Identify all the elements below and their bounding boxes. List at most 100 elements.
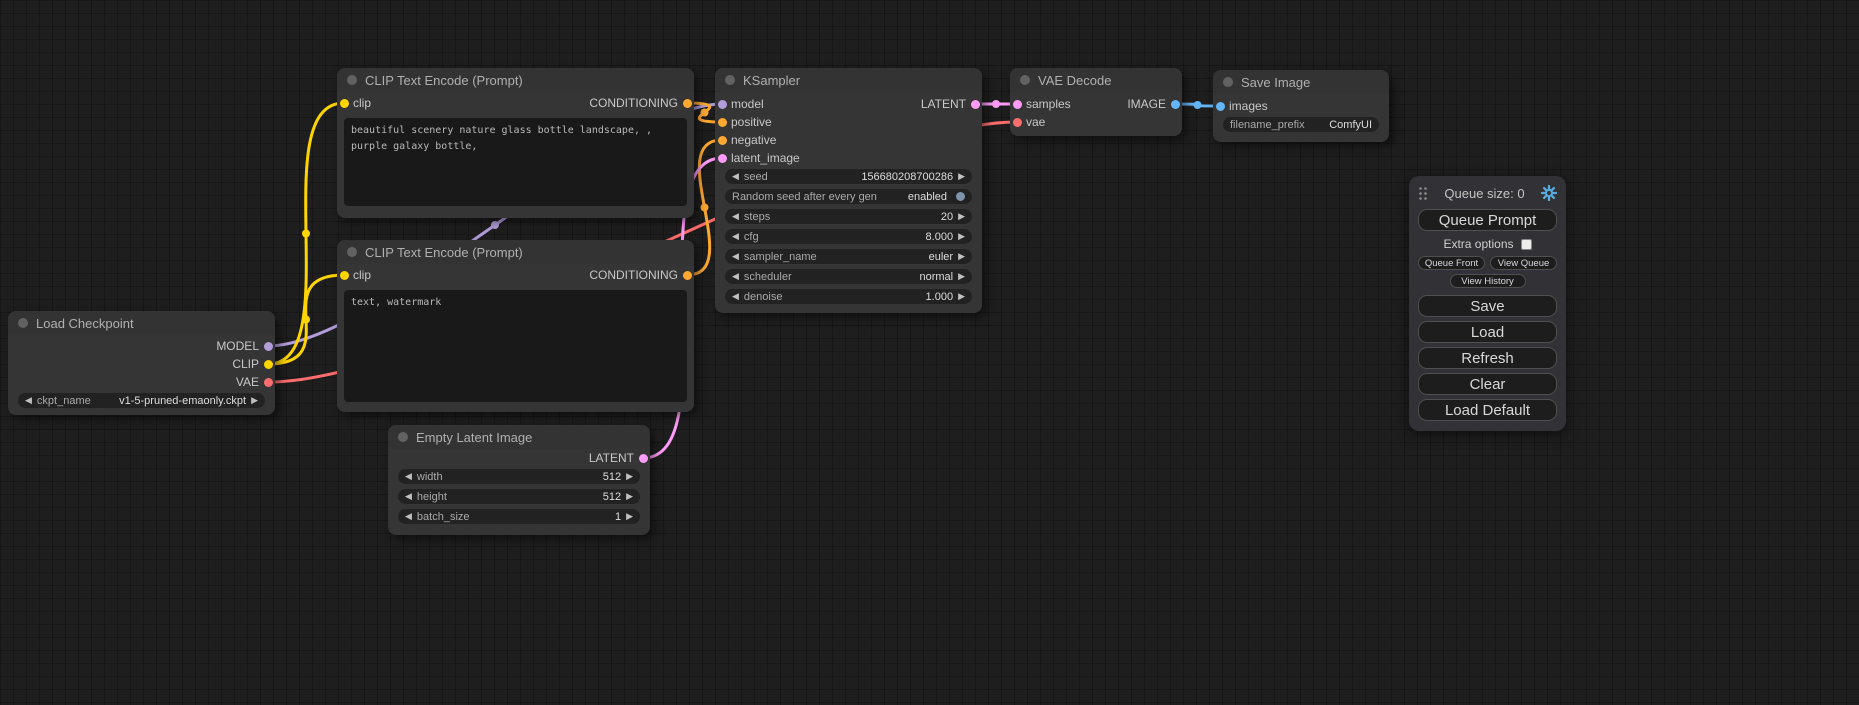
slot-label: samples [1026, 97, 1071, 111]
port-latent-output[interactable] [971, 100, 980, 109]
stepper-right-icon[interactable]: ▶ [958, 172, 965, 181]
widget-random-seed-toggle[interactable]: Random seed after every gen enabled [725, 189, 972, 204]
widget-width[interactable]: ◀ width 512 ▶ [398, 469, 640, 484]
port-negative-input[interactable] [718, 136, 727, 145]
node-vae-decode[interactable]: VAE Decode samples IMAGE vae [1010, 68, 1182, 136]
node-empty-latent-image[interactable]: Empty Latent Image LATENT ◀ width 512 ▶ … [388, 425, 650, 535]
node-clip-text-encode-negative[interactable]: CLIP Text Encode (Prompt) clip CONDITION… [337, 240, 694, 412]
slot-row: model LATENT [715, 95, 982, 113]
settings-gear-icon[interactable] [1541, 185, 1557, 201]
port-clip-output[interactable] [264, 360, 273, 369]
node-ksampler-titlebar[interactable]: KSampler [715, 68, 982, 92]
queue-front-button[interactable]: Queue Front [1418, 256, 1485, 270]
stepper-left-icon[interactable]: ◀ [405, 472, 412, 481]
port-vae-output[interactable] [264, 378, 273, 387]
port-clip-input[interactable] [340, 271, 349, 280]
clear-button[interactable]: Clear [1418, 373, 1557, 395]
collapse-toggle-icon[interactable] [725, 75, 735, 85]
slot-clip-output: CLIP [8, 355, 275, 373]
wire-clip-to-negative [268, 275, 344, 364]
port-conditioning-output[interactable] [683, 271, 692, 280]
stepper-right-icon[interactable]: ▶ [958, 292, 965, 301]
collapse-toggle-icon[interactable] [18, 318, 28, 328]
stepper-left-icon[interactable]: ◀ [732, 172, 739, 181]
view-history-button[interactable]: View History [1450, 274, 1526, 288]
node-ksampler[interactable]: KSampler model LATENT positive negative … [715, 68, 982, 313]
widget-label: filename_prefix [1230, 119, 1305, 131]
port-model-input[interactable] [718, 100, 727, 109]
widget-scheduler[interactable]: ◀ scheduler normal ▶ [725, 269, 972, 284]
slot-latent-output: LATENT [388, 449, 650, 467]
collapse-toggle-icon[interactable] [1223, 77, 1233, 87]
load-default-button[interactable]: Load Default [1418, 399, 1557, 421]
collapse-toggle-icon[interactable] [398, 432, 408, 442]
refresh-button[interactable]: Refresh [1418, 347, 1557, 369]
toggle-dot-icon[interactable] [956, 192, 965, 201]
stepper-right-icon[interactable]: ▶ [626, 512, 633, 521]
node-save-image-titlebar[interactable]: Save Image [1213, 70, 1389, 94]
widget-height[interactable]: ◀ height 512 ▶ [398, 489, 640, 504]
stepper-left-icon[interactable]: ◀ [732, 232, 739, 241]
port-latent-image-input[interactable] [718, 154, 727, 163]
port-images-input[interactable] [1216, 102, 1225, 111]
drag-handle-icon[interactable] [1418, 186, 1428, 201]
port-latent-output[interactable] [639, 454, 648, 463]
node-empty-latent-image-titlebar[interactable]: Empty Latent Image [388, 425, 650, 449]
port-image-output[interactable] [1171, 100, 1180, 109]
view-queue-button[interactable]: View Queue [1490, 256, 1557, 270]
queue-prompt-button[interactable]: Queue Prompt [1418, 209, 1557, 231]
collapse-toggle-icon[interactable] [1020, 75, 1030, 85]
collapse-toggle-icon[interactable] [347, 75, 357, 85]
stepper-left-icon[interactable]: ◀ [732, 212, 739, 221]
widget-steps[interactable]: ◀ steps 20 ▶ [725, 209, 972, 224]
widget-denoise[interactable]: ◀ denoise 1.000 ▶ [725, 289, 972, 304]
widget-filename-prefix[interactable]: filename_prefix ComfyUI [1223, 117, 1379, 132]
widget-batch-size[interactable]: ◀ batch_size 1 ▶ [398, 509, 640, 524]
widget-label: batch_size [417, 511, 470, 523]
node-clip-text-encode-positive-titlebar[interactable]: CLIP Text Encode (Prompt) [337, 68, 694, 92]
extra-options-checkbox[interactable] [1521, 239, 1532, 250]
port-conditioning-output[interactable] [683, 99, 692, 108]
port-vae-input[interactable] [1013, 118, 1022, 127]
save-button[interactable]: Save [1418, 295, 1557, 317]
stepper-left-icon[interactable]: ◀ [732, 252, 739, 261]
stepper-right-icon[interactable]: ▶ [958, 252, 965, 261]
slot-row: clip CONDITIONING [337, 264, 694, 286]
widget-seed[interactable]: ◀ seed 156680208700286 ▶ [725, 169, 972, 184]
stepper-left-icon[interactable]: ◀ [732, 292, 739, 301]
stepper-right-icon[interactable]: ▶ [251, 396, 258, 405]
collapse-toggle-icon[interactable] [347, 247, 357, 257]
load-button[interactable]: Load [1418, 321, 1557, 343]
positive-prompt-textarea[interactable]: beautiful scenery nature glass bottle la… [344, 118, 687, 206]
link-dot [302, 316, 310, 324]
widget-value: 512 [603, 471, 621, 483]
widget-ckpt-name[interactable]: ◀ ckpt_name v1-5-pruned-emaonly.ckpt ▶ [18, 393, 265, 408]
node-load-checkpoint-titlebar[interactable]: Load Checkpoint [8, 311, 275, 335]
port-clip-input[interactable] [340, 99, 349, 108]
stepper-right-icon[interactable]: ▶ [958, 272, 965, 281]
stepper-right-icon[interactable]: ▶ [958, 212, 965, 221]
widget-cfg[interactable]: ◀ cfg 8.000 ▶ [725, 229, 972, 244]
stepper-right-icon[interactable]: ▶ [626, 472, 633, 481]
node-clip-text-encode-positive[interactable]: CLIP Text Encode (Prompt) clip CONDITION… [337, 68, 694, 218]
stepper-left-icon[interactable]: ◀ [732, 272, 739, 281]
node-graph-canvas[interactable]: Load Checkpoint MODEL CLIP VAE ◀ ckpt_na… [0, 0, 1859, 705]
negative-prompt-textarea[interactable]: text, watermark [344, 290, 687, 402]
node-load-checkpoint[interactable]: Load Checkpoint MODEL CLIP VAE ◀ ckpt_na… [8, 311, 275, 415]
widget-sampler-name[interactable]: ◀ sampler_name euler ▶ [725, 249, 972, 264]
stepper-left-icon[interactable]: ◀ [405, 492, 412, 501]
node-clip-text-encode-negative-titlebar[interactable]: CLIP Text Encode (Prompt) [337, 240, 694, 264]
slot-negative-input: negative [715, 131, 982, 149]
port-model-output[interactable] [264, 342, 273, 351]
stepper-left-icon[interactable]: ◀ [405, 512, 412, 521]
node-vae-decode-titlebar[interactable]: VAE Decode [1010, 68, 1182, 92]
port-samples-input[interactable] [1013, 100, 1022, 109]
stepper-right-icon[interactable]: ▶ [958, 232, 965, 241]
slot-label: positive [731, 115, 772, 129]
stepper-left-icon[interactable]: ◀ [25, 396, 32, 405]
node-save-image[interactable]: Save Image images filename_prefix ComfyU… [1213, 70, 1389, 142]
port-positive-input[interactable] [718, 118, 727, 127]
stepper-right-icon[interactable]: ▶ [626, 492, 633, 501]
widget-label: sampler_name [744, 251, 817, 263]
wire-clip-to-positive [268, 103, 344, 364]
